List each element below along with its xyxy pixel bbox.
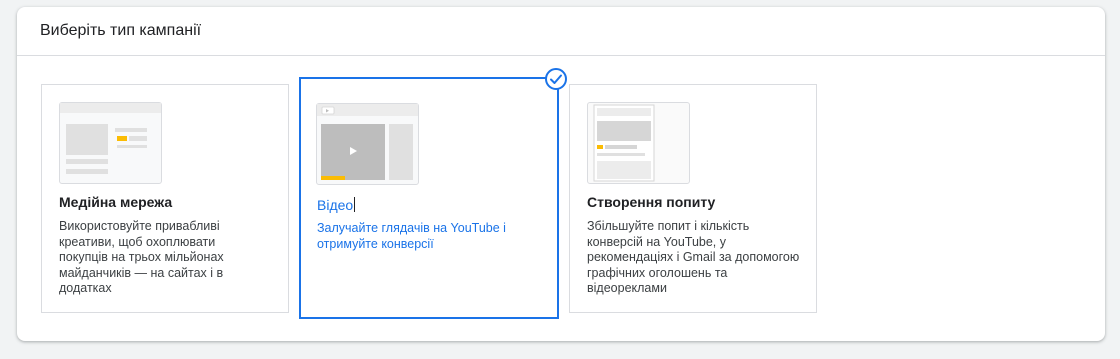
card-title: Створення попиту [587,194,716,210]
demand-gen-thumbnail [587,102,690,184]
display-thumbnail [59,102,162,184]
card-title-text: Відео [317,197,354,213]
display-illustration [60,103,161,174]
video-illustration [317,104,418,180]
card-title: Відео [317,197,356,213]
selected-check-icon [545,68,567,90]
campaign-card-demand-gen[interactable]: Створення попиту Збільшуйте попит і кіль… [569,84,817,313]
campaign-type-panel: Виберіть тип кампанії Медійна мережа Вик… [17,7,1105,341]
panel-title: Виберіть тип кампанії [17,7,1105,56]
card-title: Медійна мережа [59,194,173,210]
card-description: Використовуйте привабливі креативи, щоб … [59,219,224,295]
campaign-card-video[interactable]: Відео Залучайте глядачів на YouTube і от… [299,77,559,319]
campaign-card-display[interactable]: Медійна мережа Використовуйте привабливі… [41,84,289,313]
card-description: Залучайте глядачів на YouTube і отримуйт… [317,221,506,251]
text-cursor [354,197,356,212]
card-description: Збільшуйте попит і кількість конверсій н… [587,219,800,295]
demand-gen-illustration [593,104,655,182]
video-thumbnail [316,103,419,185]
